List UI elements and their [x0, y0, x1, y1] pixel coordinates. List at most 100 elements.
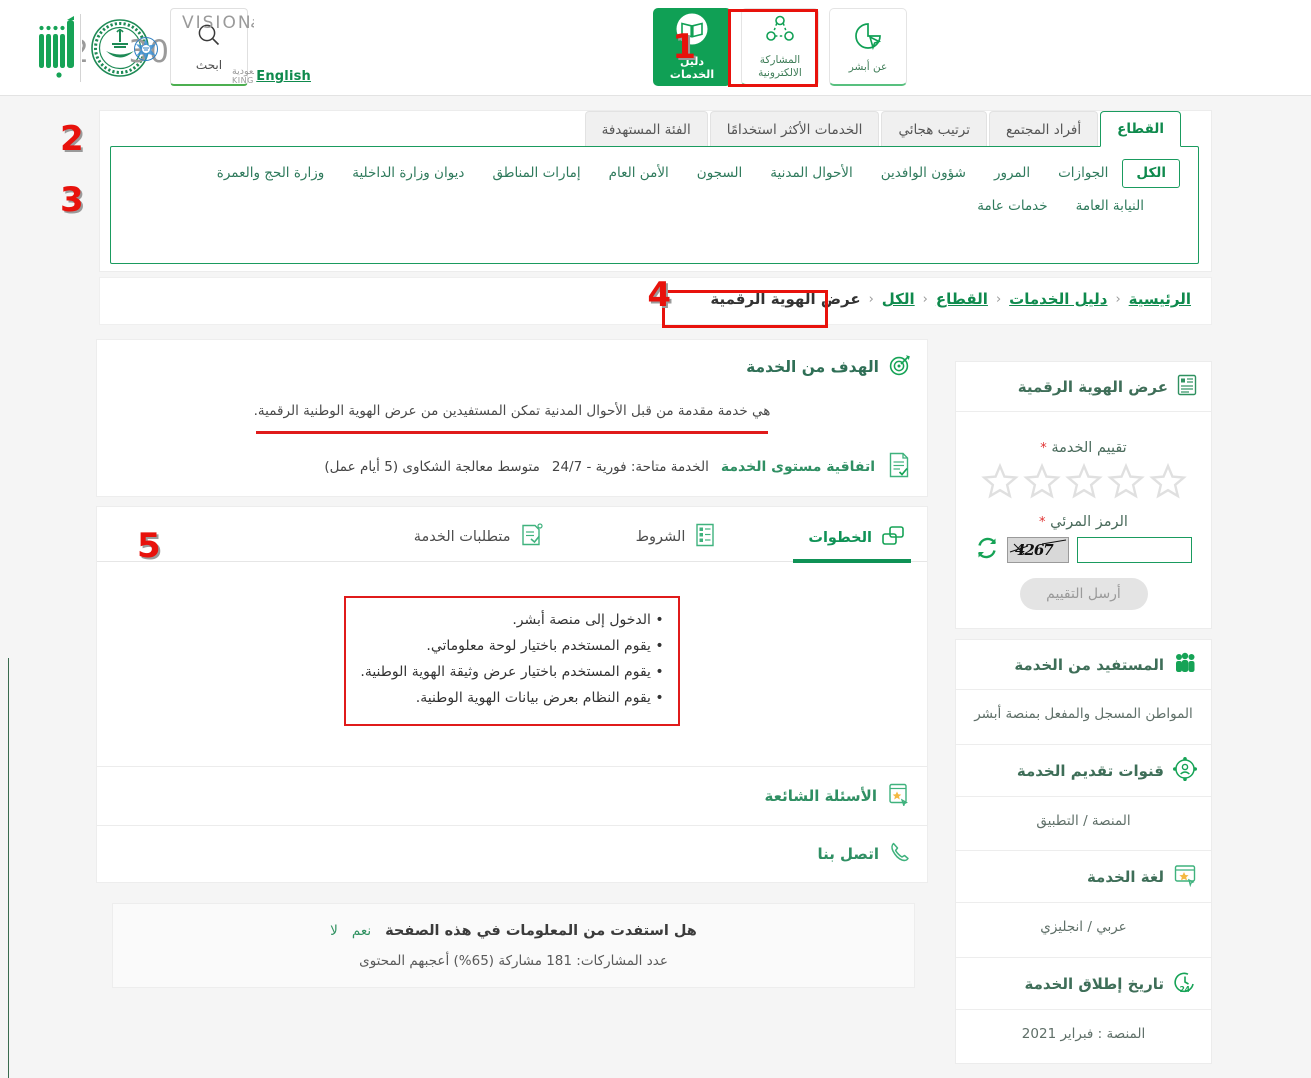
- breadcrumb: الرئيسية ‹ دليل الخدمات ‹ القطاع ‹ الكل …: [704, 290, 1197, 308]
- feedback-question: هل استفدت من المعلومات في هذه الصفحة: [385, 922, 697, 939]
- main-content: الهدف من الخدمة هي خدمة مقدمة من قبل الأ…: [96, 339, 928, 892]
- document-list-icon: [1177, 374, 1197, 400]
- sector-chip-prisons[interactable]: السجون: [683, 159, 757, 188]
- info-card-title: لغة الخدمة: [1086, 868, 1164, 887]
- conditions-icon: [694, 523, 716, 551]
- captcha-input[interactable]: [1077, 537, 1192, 563]
- tab-sector[interactable]: القطاع: [1100, 111, 1181, 147]
- chip-label: وزارة الحج والعمرة: [216, 165, 325, 181]
- annotation-number-5: 5: [137, 526, 161, 566]
- info-cards-group: المستفيد من الخدمة المواطن المسجل والمفع…: [955, 639, 1212, 1065]
- page-feedback: هل استفدت من المعلومات في هذه الصفحة نعم…: [112, 903, 915, 988]
- required-mark: *: [1040, 441, 1047, 456]
- star-icon-1[interactable]: [1148, 462, 1187, 500]
- star-icon-2[interactable]: [1106, 462, 1145, 500]
- clock-24-icon: 24: [1173, 970, 1197, 998]
- service-goal-text: هي خدمة مقدمة من قبل الأحوال المدنية تمك…: [253, 403, 771, 419]
- steps-highlight-box: الدخول إلى منصة أبشر. يقوم المستخدم باخت…: [344, 595, 680, 726]
- sector-chip-row-2: النيابة العامة خدمات عامة: [129, 192, 1180, 221]
- sector-chip-row-1: الكل الجوازات المرور شؤون الوافدين الأحو…: [129, 159, 1180, 188]
- chip-label: الأمن العام: [608, 165, 669, 181]
- sector-chip-expatriate-affairs[interactable]: شؤون الوافدين: [867, 159, 980, 188]
- info-card-text: المنصة / التطبيق: [1036, 812, 1131, 829]
- sector-chip-public-security[interactable]: الأمن العام: [595, 159, 683, 188]
- tab-requirements[interactable]: متطلبات الخدمة: [414, 523, 544, 561]
- service-goal-title: الهدف من الخدمة: [746, 358, 879, 376]
- tab-label: أفراد المجتمع: [1005, 121, 1082, 138]
- steps-list: الدخول إلى منصة أبشر. يقوم المستخدم باخت…: [360, 608, 663, 712]
- info-card-text: المواطن المسجل والمفعل بمنصة أبشر: [974, 706, 1193, 722]
- breadcrumb-separator: ‹: [995, 291, 1002, 307]
- star-icon-4[interactable]: [1022, 462, 1061, 500]
- refresh-icon[interactable]: [975, 536, 999, 564]
- sector-chip-ministry-diwan[interactable]: ديوان وزارة الداخلية: [338, 159, 478, 188]
- info-card-body: المنصة / التطبيق: [956, 797, 1211, 851]
- service-rating-card: عرض الهوية الرقمية تقييم الخدمة * الرمز …: [955, 361, 1212, 629]
- steps-panel: الدخول إلى منصة أبشر. يقوم المستخدم باخت…: [97, 562, 927, 766]
- breadcrumb-item-sector[interactable]: القطاع: [930, 290, 994, 308]
- captcha-label: الرمز المرئي: [1050, 514, 1128, 530]
- sector-chip-traffic[interactable]: المرور: [980, 159, 1044, 188]
- tab-alphabetical[interactable]: ترتيب هجائي: [881, 111, 987, 147]
- tab-most-used[interactable]: الخدمات الأكثر استخدامًا: [709, 111, 880, 147]
- site-header: ابحث English دليل الخدمات المشاركة الالك…: [0, 0, 1311, 96]
- sector-chip-civil-affairs[interactable]: الأحوال المدنية: [756, 159, 866, 188]
- service-goal-card: الهدف من الخدمة هي خدمة مقدمة من قبل الأ…: [96, 339, 928, 497]
- channels-icon: [1173, 756, 1197, 785]
- chip-label: ديوان وزارة الداخلية: [352, 165, 465, 181]
- feedback-yes-button[interactable]: نعم: [352, 923, 371, 939]
- breadcrumb-item-all[interactable]: الكل: [876, 290, 921, 308]
- phone-icon: [889, 841, 911, 867]
- submit-rating-button[interactable]: أرسل التقييم: [1019, 578, 1148, 610]
- breadcrumb-item-home[interactable]: الرئيسية: [1123, 290, 1197, 308]
- star-icon-3[interactable]: [1064, 462, 1103, 500]
- sector-chip-regional-emirates[interactable]: إمارات المناطق: [478, 159, 594, 188]
- vision-2030-logo: رؤيـــــة VISION 2 30 المملكة العربية ال…: [69, 10, 356, 86]
- accordion-faq[interactable]: الأسئلة الشائعة: [97, 765, 927, 825]
- annotation-number-1: 1: [672, 27, 696, 67]
- accordion-contact-us[interactable]: اتصل بنا: [97, 824, 927, 882]
- chip-label: النيابة العامة: [1075, 197, 1144, 214]
- tab-target-group[interactable]: الفئة المستهدفة: [584, 111, 708, 147]
- tab-label: الخدمات الأكثر استخدامًا: [726, 121, 863, 138]
- feedback-no-button[interactable]: لا: [330, 923, 338, 939]
- rating-stars[interactable]: [970, 462, 1197, 500]
- english-language-link[interactable]: English: [256, 69, 311, 84]
- tab-steps[interactable]: الخطوات: [793, 525, 911, 563]
- nav-button-about-absher[interactable]: عن أبشر: [829, 8, 907, 86]
- accordion-label: اتصل بنا: [817, 844, 879, 863]
- service-details-card: الخطوات الشروط متطلبات الخدمة • الدخول إ…: [96, 505, 928, 883]
- star-icon-5[interactable]: [980, 462, 1019, 500]
- tab-conditions[interactable]: الشروط: [636, 523, 717, 561]
- sector-chip-hajj-umrah[interactable]: وزارة الحج والعمرة: [203, 159, 338, 188]
- sla-complaints: متوسط معالجة الشكاوى (5 أيام عمل): [324, 458, 540, 475]
- nav-button-e-participation[interactable]: المشاركة الالكترونية: [741, 8, 819, 86]
- step-item: الدخول إلى منصة أبشر.: [360, 608, 663, 634]
- right-edge-rule: [8, 658, 9, 1078]
- chip-label: شؤون الوافدين: [880, 165, 966, 181]
- sla-row: اتفاقية مستوى الخدمة الخدمة متاحة: فورية…: [97, 434, 927, 496]
- info-card-title: المستفيد من الخدمة: [1014, 656, 1164, 674]
- breadcrumb-item-current: عرض الهوية الرقمية: [710, 290, 861, 308]
- chip-label: السجون: [696, 165, 743, 181]
- absher-logo[interactable]: [36, 10, 80, 84]
- sector-chip-general-services[interactable]: خدمات عامة: [963, 192, 1061, 221]
- sector-chip-all[interactable]: الكل: [1122, 159, 1180, 188]
- info-card-body: المواطن المسجل والمفعل بمنصة أبشر: [956, 690, 1211, 744]
- service-title: عرض الهوية الرقمية: [1017, 378, 1168, 396]
- annotation-number-3: 3: [60, 180, 84, 220]
- sector-chip-public-prosecution[interactable]: النيابة العامة: [1062, 192, 1158, 221]
- sla-availability: الخدمة متاحة: فورية - 24/7: [551, 458, 709, 475]
- service-filter-panel: القطاع أفراد المجتمع ترتيب هجائي الخدمات…: [99, 110, 1212, 272]
- step-item: يقوم المستخدم باختيار عرض وثيقة الهوية ا…: [360, 660, 663, 686]
- language-icon: [1173, 863, 1197, 891]
- chip-label: إمارات المناطق: [492, 165, 581, 181]
- chip-label: خدمات عامة: [977, 197, 1048, 214]
- tab-community-individuals[interactable]: أفراد المجتمع: [988, 111, 1099, 147]
- annotation-number-2: 2: [60, 119, 84, 159]
- captcha-image: 4267: [1007, 537, 1069, 563]
- breadcrumb-item-services-guide[interactable]: دليل الخدمات: [1003, 290, 1113, 308]
- tab-label: الشروط: [635, 528, 686, 545]
- sector-chip-passports[interactable]: الجوازات: [1044, 159, 1122, 188]
- info-card-title: تاريخ إطلاق الخدمة: [1024, 974, 1165, 993]
